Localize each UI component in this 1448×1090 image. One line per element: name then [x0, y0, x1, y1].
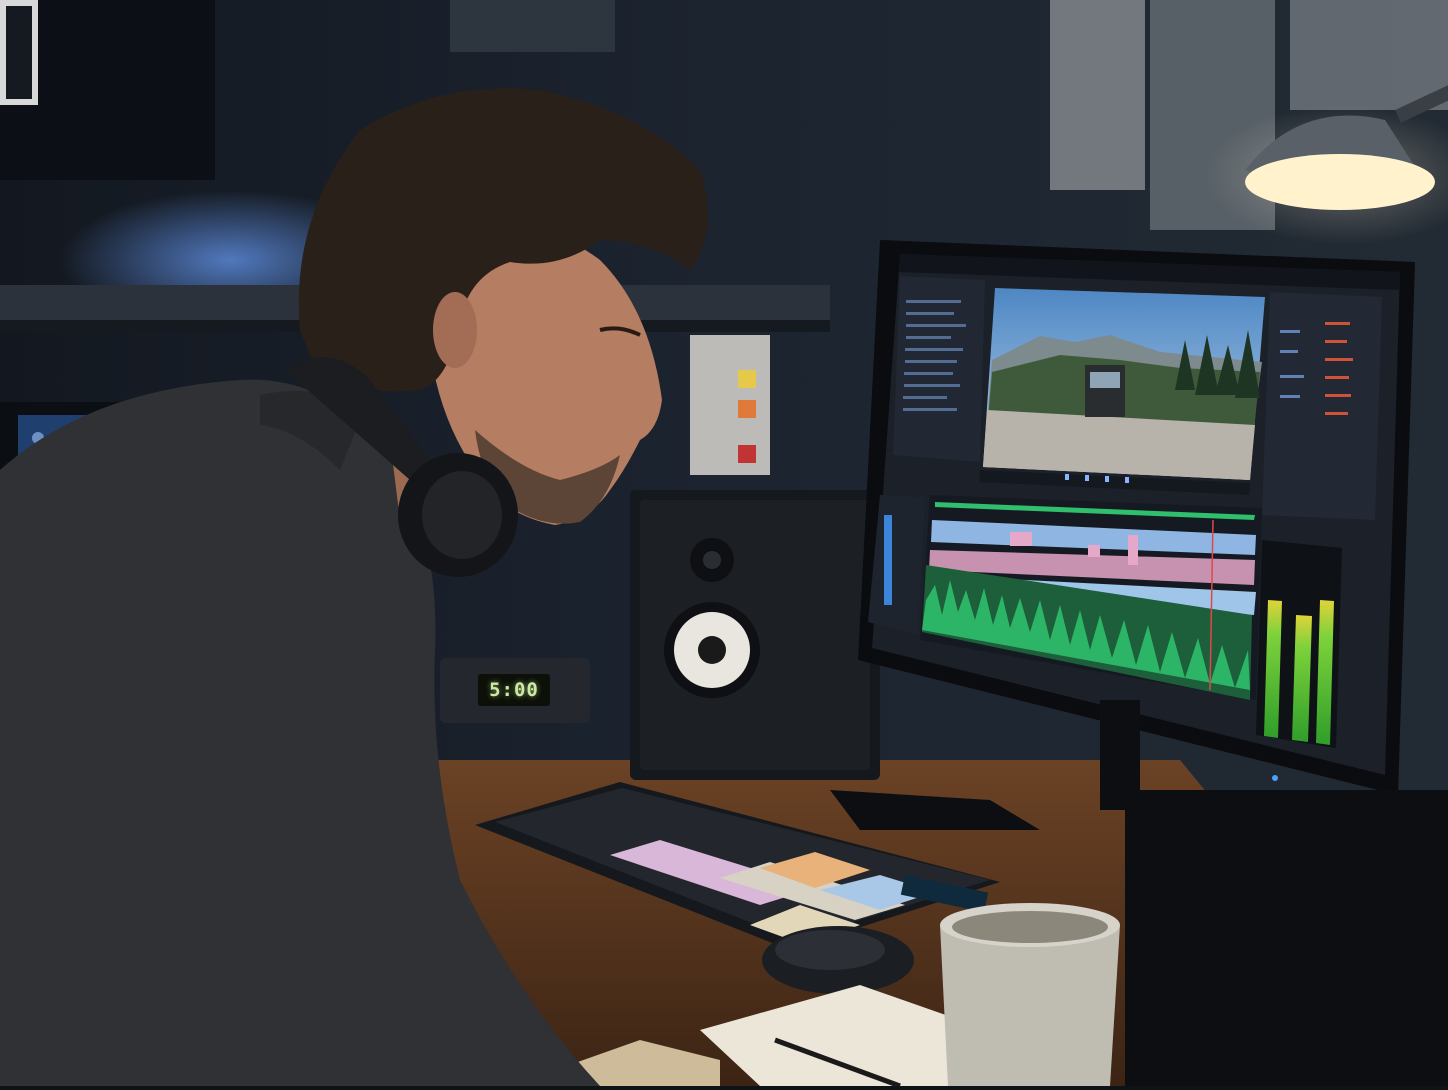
clip-pink-1: [1010, 532, 1032, 546]
audio-level-meters: [1256, 540, 1342, 748]
foreground-speaker: [1125, 790, 1448, 1086]
ear: [433, 292, 477, 368]
mouse-icon: [762, 926, 914, 994]
video-preview-frame: [983, 288, 1265, 480]
desk-clock-display: 5:00: [489, 679, 539, 701]
scene-illustration: [0, 0, 1448, 1089]
wall-paper-notes: [1050, 0, 1145, 190]
studio-speaker-icon: [630, 490, 880, 780]
photo-scene: 5:00: [0, 0, 1448, 1089]
mug-icon: [940, 903, 1120, 1086]
